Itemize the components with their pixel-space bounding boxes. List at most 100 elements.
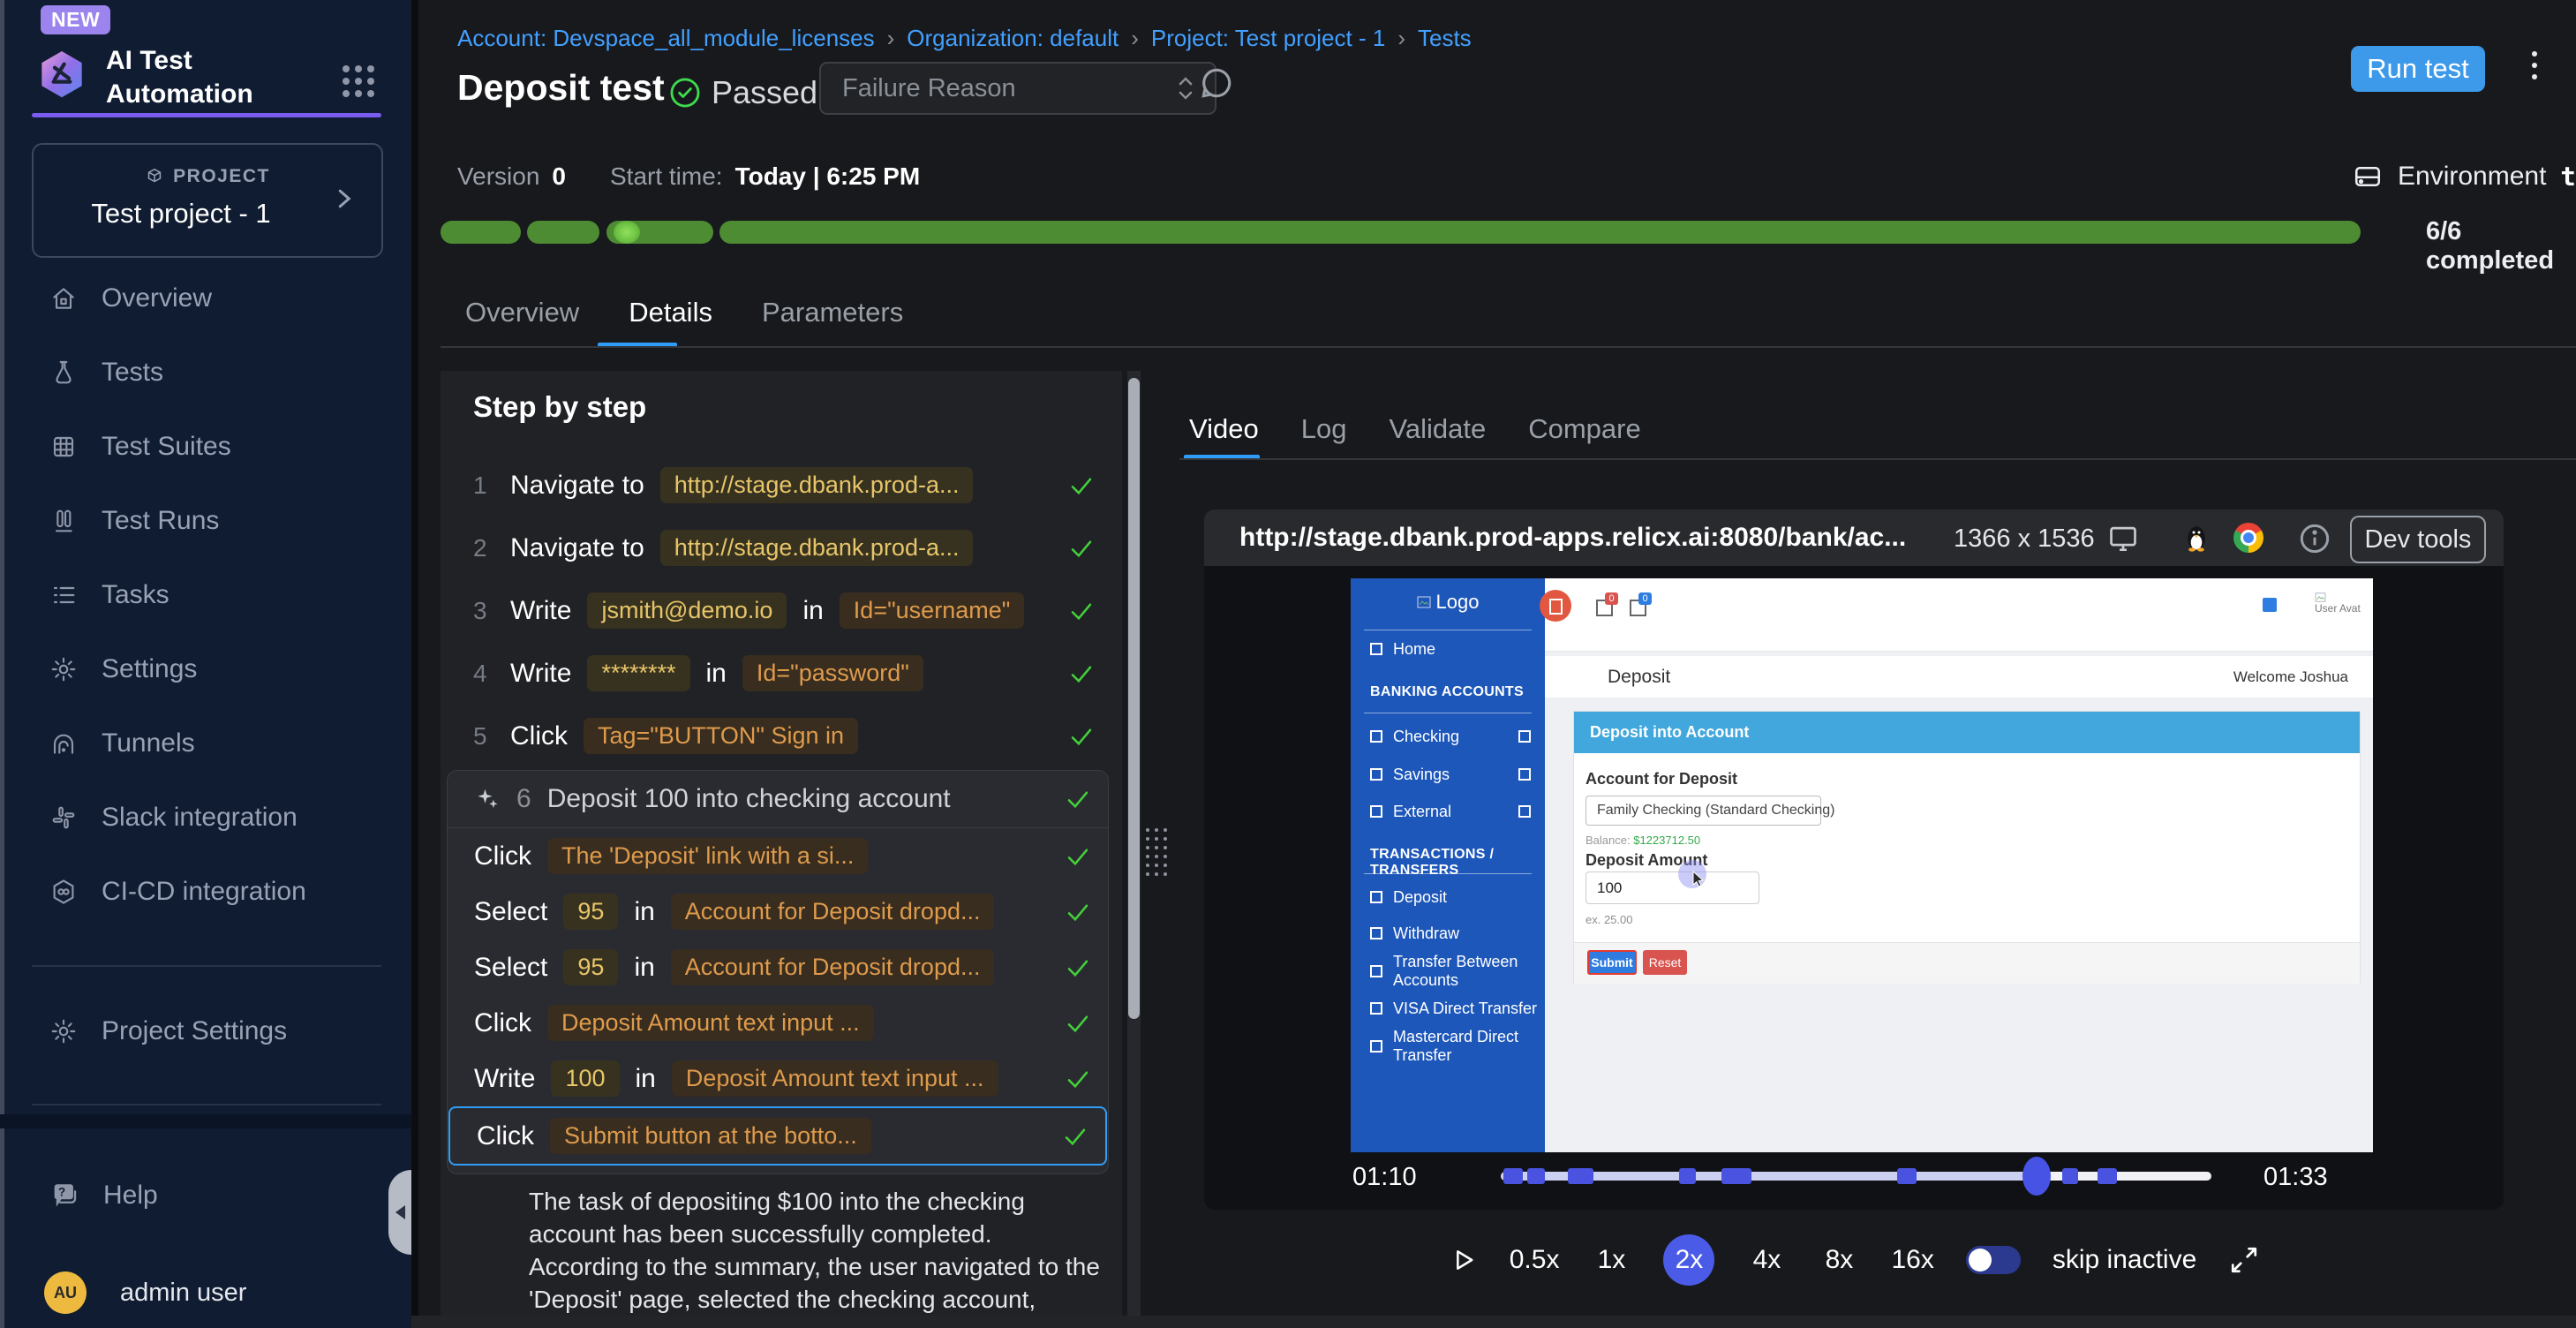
tab-video[interactable]: Video [1189,413,1259,445]
step-value-badge[interactable]: 95 [563,949,618,985]
seekbar-event-marker[interactable] [1503,1168,1523,1184]
scrollbar-track[interactable] [1127,371,1141,1328]
sidebar-item-overview[interactable]: Overview [0,261,411,336]
tab-validate[interactable]: Validate [1389,413,1486,445]
seekbar-event-marker[interactable] [1679,1168,1696,1184]
substep-row[interactable]: ClickThe 'Deposit' link with a si... [448,828,1108,884]
user-menu[interactable]: AU admin user [44,1271,246,1314]
speed-button[interactable]: 4x [1746,1245,1787,1275]
bank-nav-item[interactable]: External [1351,794,1545,829]
bank-nav-item[interactable]: Mastercard Direct Transfer [1351,1029,1545,1064]
bank-nav-item[interactable]: Savings [1351,757,1545,792]
checkbox-icon[interactable] [1518,730,1531,743]
sidebar-item-project-settings[interactable]: Project Settings [0,994,461,1068]
seekbar-event-marker[interactable] [2062,1168,2078,1184]
bank-nav-item[interactable]: VISA Direct Transfer [1351,991,1545,1026]
video-seekbar[interactable] [1501,1172,2211,1181]
step-value-badge[interactable]: jsmith@demo.io [587,592,787,629]
sidebar-item-test-suites[interactable]: Test Suites [0,410,411,484]
substep-row[interactable]: ClickSubmit button at the botto... [450,1108,1105,1164]
bank-nav-item[interactable]: Home [1351,631,1545,667]
account-select[interactable]: Family Checking (Standard Checking) [1586,796,1821,826]
substep-row[interactable]: Select95inAccount for Deposit dropd... [448,884,1108,939]
project-selector[interactable]: PROJECT Test project - 1 [32,143,383,258]
bank-nav-item[interactable]: Withdraw [1351,916,1545,951]
scrollbar-thumb[interactable] [1128,378,1140,1019]
tab-log[interactable]: Log [1301,413,1347,445]
speed-button[interactable]: 16x [1891,1245,1933,1275]
deposit-amount-input[interactable]: 100 [1586,872,1759,904]
speed-button[interactable]: 8x [1819,1245,1859,1275]
info-icon[interactable] [2297,521,2332,556]
apps-grid-icon[interactable] [343,65,374,97]
bank-nav-item[interactable]: Transfer Between Accounts [1351,954,1545,989]
seekbar-playhead[interactable] [2022,1157,2051,1196]
reset-button[interactable]: Reset [1643,950,1687,975]
skip-inactive-toggle[interactable] [1966,1246,2021,1274]
step-locator-badge[interactable]: Id="password" [742,655,923,691]
step-row[interactable]: 2Navigate tohttp://stage.dbank.prod-a... [441,517,1108,579]
seekbar-event-marker[interactable] [1568,1168,1593,1184]
checkbox-icon[interactable] [1518,768,1531,781]
window-icon[interactable]: 0 [1596,600,1613,616]
failure-reason-select[interactable]: Failure Reason [819,62,1216,115]
play-icon[interactable] [1448,1245,1478,1275]
breadcrumb-link[interactable]: Tests [1418,25,1472,51]
bank-nav-item[interactable]: Checking [1351,719,1545,754]
step-value-badge[interactable]: http://stage.dbank.prod-a... [660,467,974,503]
step-locator-badge[interactable]: Submit button at the botto... [550,1118,871,1154]
comment-icon[interactable] [1197,64,1236,102]
breadcrumb-link[interactable]: Account: Devspace_all_module_licenses [457,25,875,51]
step-row[interactable]: 3Writejsmith@demo.ioinId="username" [441,579,1108,642]
step-locator-badge[interactable]: Tag="BUTTON" Sign in [584,718,858,754]
step-row[interactable]: 4Write********inId="password" [441,642,1108,705]
speed-button[interactable]: 1x [1591,1245,1631,1275]
panel-resize-handle[interactable] [1146,828,1167,876]
submit-button[interactable]: Submit [1587,950,1637,975]
sidebar-item-tasks[interactable]: Tasks [0,558,411,632]
seekbar-event-marker[interactable] [2098,1168,2117,1184]
bank-topbar-icon[interactable] [2263,598,2277,612]
sidebar-item-tests[interactable]: Tests [0,336,411,410]
step-value-badge[interactable]: ******** [587,655,689,691]
step-locator-badge[interactable]: Deposit Amount text input ... [547,1005,874,1041]
seekbar-event-marker[interactable] [1721,1168,1751,1184]
sidebar-item-settings[interactable]: Settings [0,632,411,706]
sidebar-item-tunnels[interactable]: Tunnels [0,706,411,781]
breadcrumb[interactable]: Account: Devspace_all_module_licenses›Or… [457,25,1472,52]
seekbar-event-marker[interactable] [1527,1168,1545,1184]
run-test-button[interactable]: Run test [2351,46,2485,92]
step-value-badge[interactable]: 100 [551,1060,619,1097]
step-locator-badge[interactable]: Deposit Amount text input ... [672,1060,998,1097]
fullscreen-icon[interactable] [2228,1244,2260,1276]
step-locator-badge[interactable]: The 'Deposit' link with a si... [547,838,868,874]
step-locator-badge[interactable]: Account for Deposit dropd... [671,894,995,930]
sidebar-item-test-runs[interactable]: Test Runs [0,484,411,558]
speed-button[interactable]: 0.5x [1510,1245,1560,1275]
tab-overview[interactable]: Overview [465,297,579,328]
tab-parameters[interactable]: Parameters [762,297,903,328]
step-value-badge[interactable]: 95 [563,894,618,930]
sidebar-item-slack-integration[interactable]: Slack integration [0,781,411,855]
step-locator-badge[interactable]: Account for Deposit dropd... [671,949,995,985]
step-group-card[interactable]: 6 Deposit 100 into checking account Clic… [447,770,1109,1174]
app-logo-icon[interactable] [34,48,90,104]
seekbar-event-marker[interactable] [1897,1168,1917,1184]
step-row[interactable]: 5ClickTag="BUTTON" Sign in [441,705,1108,767]
window-icon[interactable]: 0 [1630,600,1646,616]
substep-row[interactable]: ClickDeposit Amount text input ... [448,995,1108,1051]
tab-details[interactable]: Details [629,297,712,328]
substep-selected[interactable]: ClickSubmit button at the botto... [448,1106,1107,1166]
monitor-icon[interactable] [2106,522,2140,555]
step-locator-badge[interactable]: Id="username" [840,592,1025,629]
step-value-badge[interactable]: http://stage.dbank.prod-a... [660,530,974,566]
dev-tools-button[interactable]: Dev tools [2350,516,2486,563]
speed-button-active[interactable]: 2x [1663,1234,1714,1286]
substep-row[interactable]: Write100inDeposit Amount text input ... [448,1051,1108,1106]
breadcrumb-link[interactable]: Organization: default [907,25,1119,51]
step-row[interactable]: 1Navigate tohttp://stage.dbank.prod-a... [441,454,1108,517]
checkbox-icon[interactable] [1518,805,1531,818]
tab-compare[interactable]: Compare [1528,413,1641,445]
substep-row[interactable]: Select95inAccount for Deposit dropd... [448,939,1108,995]
sidebar-collapse-handle[interactable] [388,1170,411,1255]
